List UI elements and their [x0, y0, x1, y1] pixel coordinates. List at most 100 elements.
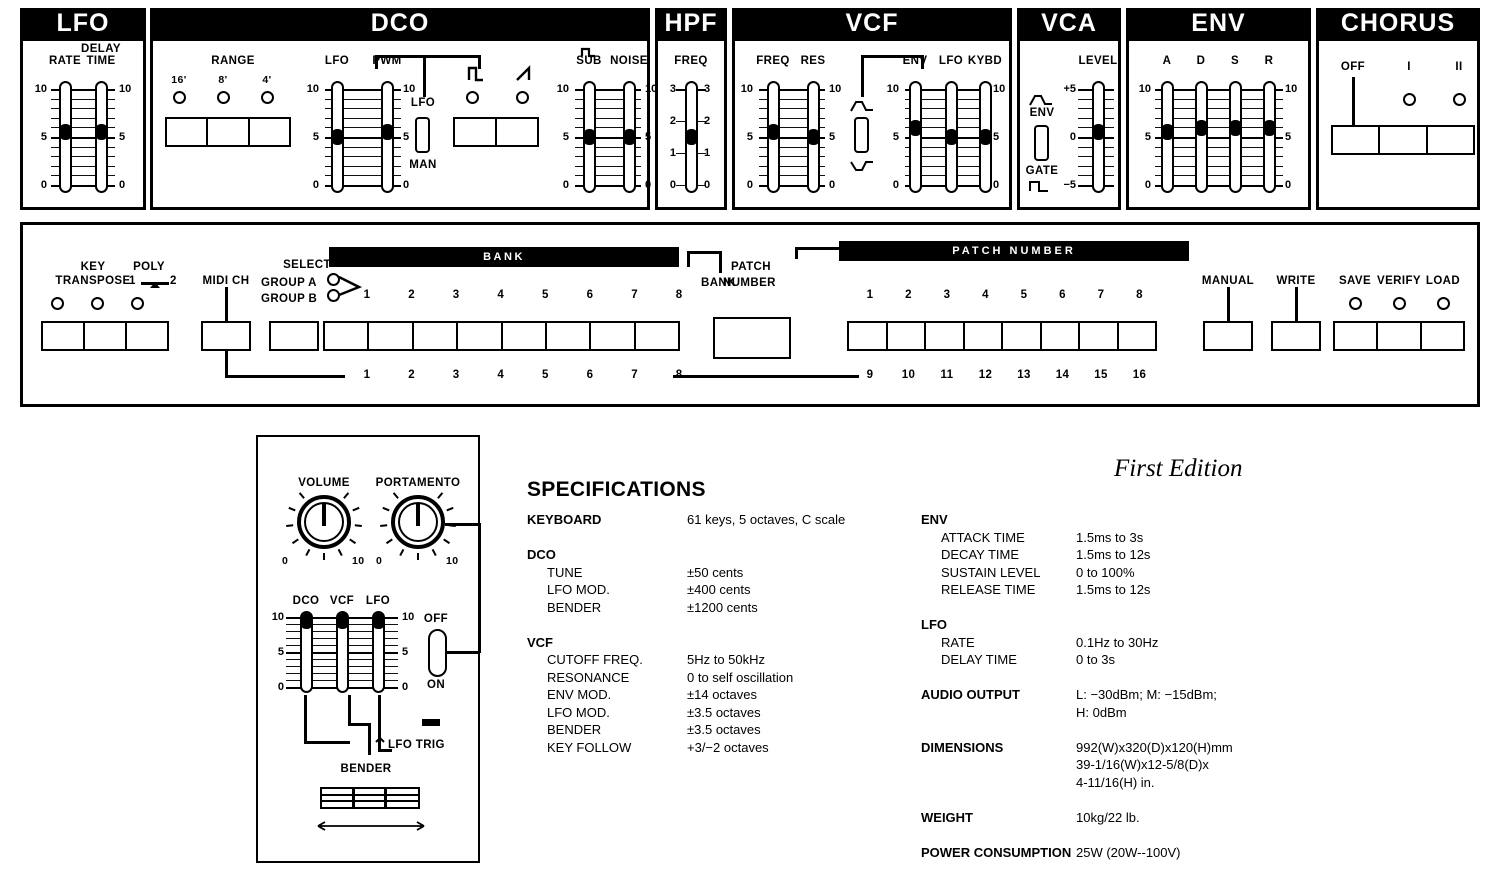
slider-cap-hpf-freq[interactable]	[684, 129, 698, 145]
slider-cap-env-decay[interactable]	[1194, 119, 1208, 136]
slider-cap-env-release[interactable]	[1262, 119, 1276, 136]
spec-key: ENV MOD.	[547, 687, 612, 702]
knob-tick-portamento-10	[392, 492, 399, 499]
vcf-env-polarity-toggle[interactable]	[854, 117, 869, 153]
patch-button-2[interactable]	[888, 323, 926, 349]
spec-key: DECAY TIME	[941, 547, 1020, 562]
vca-mode-toggle[interactable]	[1034, 125, 1049, 161]
bank-button-strip[interactable]	[323, 321, 680, 351]
patch-button-1[interactable]	[849, 323, 888, 349]
knob-tick-portamento-7	[385, 538, 393, 545]
patch-button-strip[interactable]	[847, 321, 1157, 351]
bender-control[interactable]	[320, 787, 420, 809]
slider-cap-vcf-lfo[interactable]	[944, 129, 958, 145]
patch-number-display-label-line1: PATCH	[731, 261, 771, 273]
bank-button-2[interactable]	[369, 323, 414, 349]
dco-range-button-16ft[interactable]	[167, 119, 209, 145]
slider-label-env-release: R	[1264, 55, 1274, 67]
slider-cap-dco-lfo[interactable]	[330, 129, 344, 145]
bank-button-7[interactable]	[591, 323, 636, 349]
scale-number-left: 0	[312, 179, 319, 191]
dco-pulse-button[interactable]	[455, 119, 497, 145]
patch-number-top-2: 2	[905, 289, 912, 301]
slider-cap-lfo-delay-time[interactable]	[94, 124, 108, 141]
slider-track-vcf-env[interactable]	[908, 81, 922, 193]
detail-slider-cap-lfo[interactable]	[371, 613, 385, 629]
dco-waveform-button-strip[interactable]	[453, 117, 539, 147]
bank-button-3[interactable]	[414, 323, 459, 349]
chorus-button-strip[interactable]	[1331, 125, 1475, 155]
key-transpose-button-0[interactable]	[43, 323, 85, 349]
slider-cap-env-sustain[interactable]	[1228, 119, 1242, 136]
slider-cap-env-attack[interactable]	[1160, 124, 1174, 141]
patch-button-5[interactable]	[1003, 323, 1042, 349]
bank-number-top-8: 8	[675, 289, 683, 301]
dco-range-button-8ft[interactable]	[208, 119, 250, 145]
tape-button-strip[interactable]	[1333, 321, 1465, 351]
key-transpose-button-strip[interactable]	[41, 321, 169, 351]
select-button[interactable]	[269, 321, 319, 351]
chorus-button-ii[interactable]	[1428, 127, 1473, 153]
chorus-button-off[interactable]	[1333, 127, 1381, 153]
bank-button-8[interactable]	[636, 323, 678, 349]
patch-number-bracket-left	[795, 247, 798, 259]
midi-ch-rail-stem	[225, 351, 228, 377]
vcf-env-bracket-left	[861, 55, 864, 97]
patch-number-bottom-9: 9	[866, 369, 874, 381]
section-body-vcf: FREQ RES 10 10 5 5 0 0 ENV LFO KYBD 10 10 5 5 0 0	[732, 38, 1012, 210]
slider-cap-dco-noise[interactable]	[622, 129, 636, 145]
slider-track-env-release[interactable]	[1262, 81, 1276, 193]
chorus-button-i[interactable]	[1380, 127, 1428, 153]
portamento-switch[interactable]	[428, 629, 447, 677]
slider-track-env-decay[interactable]	[1194, 81, 1208, 193]
slider-cap-lfo-rate[interactable]	[58, 124, 72, 141]
key-transpose-button-1[interactable]	[85, 323, 127, 349]
slider-cap-dco-pwm[interactable]	[380, 124, 394, 141]
detail-scale-right-5: 5	[402, 646, 409, 658]
patch-button-8[interactable]	[1119, 323, 1156, 349]
patch-button-6[interactable]	[1042, 323, 1080, 349]
manual-button[interactable]	[1203, 321, 1253, 351]
slider-cap-dco-sub[interactable]	[582, 129, 596, 145]
slider-cap-vcf-res[interactable]	[806, 129, 820, 145]
tape-button-save[interactable]	[1335, 323, 1379, 349]
write-button[interactable]	[1271, 321, 1321, 351]
tape-button-load[interactable]	[1422, 323, 1463, 349]
spec-value: +3/−2 octaves	[687, 739, 769, 755]
first-edition-label: First Edition	[1114, 455, 1243, 482]
knob-volume[interactable]	[286, 492, 362, 560]
slider-cap-vcf-freq[interactable]	[766, 124, 780, 141]
dco-pwm-mode-label-lfo: LFO	[410, 97, 436, 109]
patch-number-bottom-13: 13	[1017, 369, 1031, 381]
patch-button-3[interactable]	[926, 323, 965, 349]
tape-button-verify[interactable]	[1378, 323, 1422, 349]
bank-button-5[interactable]	[503, 323, 547, 349]
dco-saw-button[interactable]	[497, 119, 537, 145]
knob-tick-volume-3	[349, 538, 357, 545]
slider-cap-vcf-kybd[interactable]	[978, 129, 992, 145]
dco-pwm-mode-toggle[interactable]	[415, 117, 430, 153]
bank-button-6[interactable]	[547, 323, 592, 349]
midi-ch-button[interactable]	[201, 321, 251, 351]
dco-range-button-4ft[interactable]	[250, 119, 289, 145]
detail-slider-cap-dco[interactable]	[299, 613, 313, 629]
dco-range-button-strip[interactable]	[165, 117, 291, 147]
patch-button-7[interactable]	[1080, 323, 1119, 349]
bank-button-1[interactable]	[325, 323, 370, 349]
poly-pointer-icon	[149, 276, 161, 294]
env-inverted-curve-icon	[849, 159, 875, 178]
sawtooth-wave-icon	[515, 65, 539, 88]
slider-track-env-sustain[interactable]	[1228, 81, 1242, 193]
hpf-slider-group: FREQ 3 3 2 2 1 1 0 0	[658, 41, 724, 211]
bender-route-vcf-v	[348, 695, 351, 725]
tape-led-load	[1436, 297, 1450, 310]
knob-portamento[interactable]	[380, 492, 456, 560]
key-transpose-button-2[interactable]	[127, 323, 167, 349]
slider-cap-vcf-env[interactable]	[908, 119, 922, 136]
synth-panel-diagram-page: LFO RATE DELAY TIME 10 10 5 5 0 0 DCO RANGE 16' 8' 4' L…	[0, 0, 1500, 883]
slider-cap-vca-level[interactable]	[1091, 124, 1105, 141]
detail-slider-cap-vcf[interactable]	[335, 613, 349, 629]
patch-button-4[interactable]	[965, 323, 1003, 349]
bank-button-4[interactable]	[458, 323, 503, 349]
scale-number-left: 10	[556, 83, 569, 95]
